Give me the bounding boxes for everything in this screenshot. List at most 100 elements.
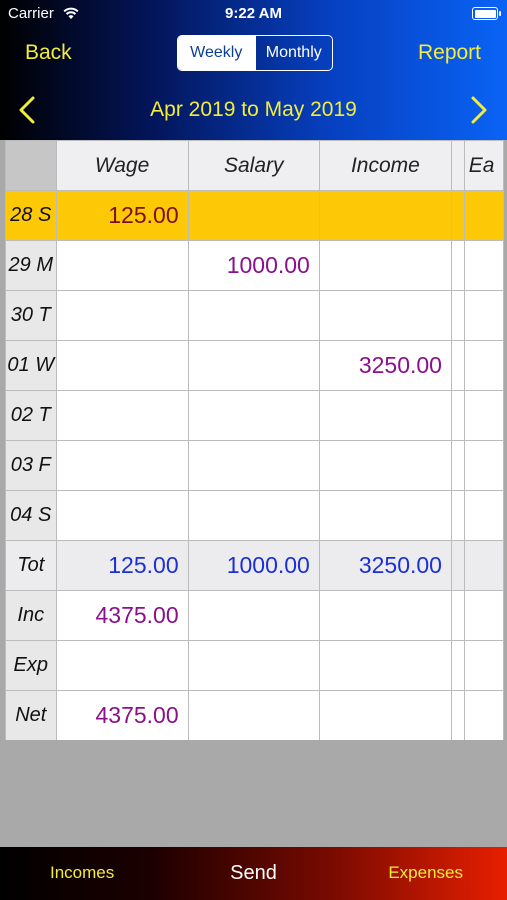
summary-value bbox=[55, 640, 189, 691]
summary-row-expense: Exp bbox=[5, 640, 504, 691]
weekly-segment[interactable]: Weekly bbox=[178, 36, 255, 70]
table-row[interactable]: 30 T bbox=[5, 290, 504, 341]
row-day-label: 04 S bbox=[5, 490, 57, 541]
totals-row: Tot 125.00 1000.00 3250.00 bbox=[5, 540, 504, 591]
table-cell[interactable] bbox=[318, 440, 452, 491]
table-cell[interactable] bbox=[463, 340, 504, 391]
bottom-tab-bar: Incomes Send Expenses bbox=[0, 847, 507, 900]
column-header-wage[interactable]: Wage bbox=[55, 140, 189, 191]
top-navigation-bar: Carrier 9:22 AM Back Weekly Monthly Repo… bbox=[0, 0, 507, 140]
column-header-salary[interactable]: Salary bbox=[187, 140, 320, 191]
table-cell-spacer bbox=[450, 340, 465, 391]
table-cell-spacer bbox=[450, 440, 465, 491]
table-cell[interactable] bbox=[55, 290, 189, 341]
totals-label: Tot bbox=[5, 540, 57, 591]
table-cell[interactable] bbox=[55, 440, 189, 491]
summary-row-income: Inc 4375.00 bbox=[5, 590, 504, 641]
table-cell-spacer bbox=[450, 490, 465, 541]
summary-empty-cell bbox=[187, 640, 320, 691]
summary-label: Inc bbox=[5, 590, 57, 641]
table-cell-spacer bbox=[450, 590, 465, 641]
total-cell: 1000.00 bbox=[187, 540, 320, 591]
summary-empty-cell bbox=[463, 640, 504, 691]
table-row[interactable]: 03 F bbox=[5, 440, 504, 491]
table-cell[interactable] bbox=[318, 190, 452, 241]
column-header-partial[interactable]: Ea bbox=[463, 140, 504, 191]
total-cell: 125.00 bbox=[55, 540, 189, 591]
summary-label: Net bbox=[5, 690, 57, 740]
summary-empty-cell bbox=[318, 590, 452, 641]
table-cell[interactable] bbox=[463, 490, 504, 541]
table-cell-spacer bbox=[450, 690, 465, 740]
summary-empty-cell bbox=[187, 690, 320, 740]
summary-empty-cell bbox=[463, 590, 504, 641]
status-bar: Carrier 9:22 AM bbox=[0, 0, 507, 28]
table-cell[interactable]: 1000.00 bbox=[187, 240, 320, 291]
table-cell[interactable] bbox=[55, 390, 189, 441]
table-cell[interactable] bbox=[463, 190, 504, 241]
row-day-label: 03 F bbox=[5, 440, 57, 491]
summary-empty-cell bbox=[318, 690, 452, 740]
next-period-chevron-icon[interactable] bbox=[469, 96, 489, 124]
table-cell[interactable] bbox=[463, 290, 504, 341]
table-cell[interactable] bbox=[463, 390, 504, 441]
table-cell-spacer bbox=[450, 390, 465, 441]
table-row[interactable]: 29 M 1000.00 bbox=[5, 240, 504, 291]
table-cell-spacer bbox=[450, 240, 465, 291]
table-cell[interactable] bbox=[463, 240, 504, 291]
table-cell-spacer bbox=[450, 640, 465, 691]
table-cell[interactable]: 125.00 bbox=[55, 190, 189, 241]
table-cell-spacer bbox=[450, 190, 465, 241]
summary-row-net: Net 4375.00 bbox=[5, 690, 504, 740]
table-row[interactable]: 28 S 125.00 bbox=[5, 190, 504, 241]
summary-value: 4375.00 bbox=[55, 590, 189, 641]
clock: 9:22 AM bbox=[225, 5, 282, 22]
table-cell[interactable] bbox=[318, 290, 452, 341]
table-cell-spacer bbox=[450, 290, 465, 341]
table-cell[interactable] bbox=[55, 240, 189, 291]
back-button[interactable]: Back bbox=[25, 41, 72, 65]
table-cell[interactable] bbox=[463, 440, 504, 491]
column-header-spacer bbox=[450, 140, 465, 191]
period-segmented-control: Weekly Monthly bbox=[177, 35, 333, 71]
table-cell[interactable] bbox=[187, 440, 320, 491]
total-cell: 3250.00 bbox=[318, 540, 452, 591]
summary-empty-cell bbox=[318, 640, 452, 691]
table-cell[interactable] bbox=[187, 490, 320, 541]
summary-empty-cell bbox=[187, 590, 320, 641]
table-cell[interactable] bbox=[187, 190, 320, 241]
table-cell[interactable] bbox=[187, 290, 320, 341]
table-cell[interactable] bbox=[187, 340, 320, 391]
battery-icon bbox=[472, 7, 501, 20]
table-cell[interactable] bbox=[55, 340, 189, 391]
corner-cell bbox=[5, 140, 57, 191]
income-table: Wage Salary Income Ea 28 S 125.00 29 M 1… bbox=[5, 140, 504, 740]
table-cell[interactable] bbox=[318, 490, 452, 541]
table-row[interactable]: 02 T bbox=[5, 390, 504, 441]
report-button[interactable]: Report bbox=[418, 41, 481, 65]
monthly-segment[interactable]: Monthly bbox=[254, 36, 333, 70]
table-cell[interactable] bbox=[318, 390, 452, 441]
row-day-label: 02 T bbox=[5, 390, 57, 441]
summary-value: 4375.00 bbox=[55, 690, 189, 740]
table-cell[interactable] bbox=[187, 390, 320, 441]
column-header-income[interactable]: Income bbox=[318, 140, 452, 191]
table-row[interactable]: 04 S bbox=[5, 490, 504, 541]
row-day-label: 01 W bbox=[5, 340, 57, 391]
date-range-title: Apr 2019 to May 2019 bbox=[150, 98, 357, 121]
income-grid[interactable]: Wage Salary Income Ea 28 S 125.00 29 M 1… bbox=[5, 140, 504, 740]
summary-empty-cell bbox=[463, 690, 504, 740]
table-cell[interactable] bbox=[55, 490, 189, 541]
summary-label: Exp bbox=[5, 640, 57, 691]
table-cell-spacer bbox=[450, 540, 465, 591]
row-day-label: 28 S bbox=[5, 190, 57, 241]
expenses-tab[interactable]: Expenses bbox=[388, 863, 463, 883]
total-cell bbox=[463, 540, 504, 591]
table-cell[interactable]: 3250.00 bbox=[318, 340, 452, 391]
row-day-label: 29 M bbox=[5, 240, 57, 291]
send-button[interactable]: Send bbox=[230, 862, 277, 884]
table-cell[interactable] bbox=[318, 240, 452, 291]
column-header-row: Wage Salary Income Ea bbox=[5, 140, 504, 191]
incomes-tab[interactable]: Incomes bbox=[50, 863, 114, 883]
table-row[interactable]: 01 W 3250.00 bbox=[5, 340, 504, 391]
